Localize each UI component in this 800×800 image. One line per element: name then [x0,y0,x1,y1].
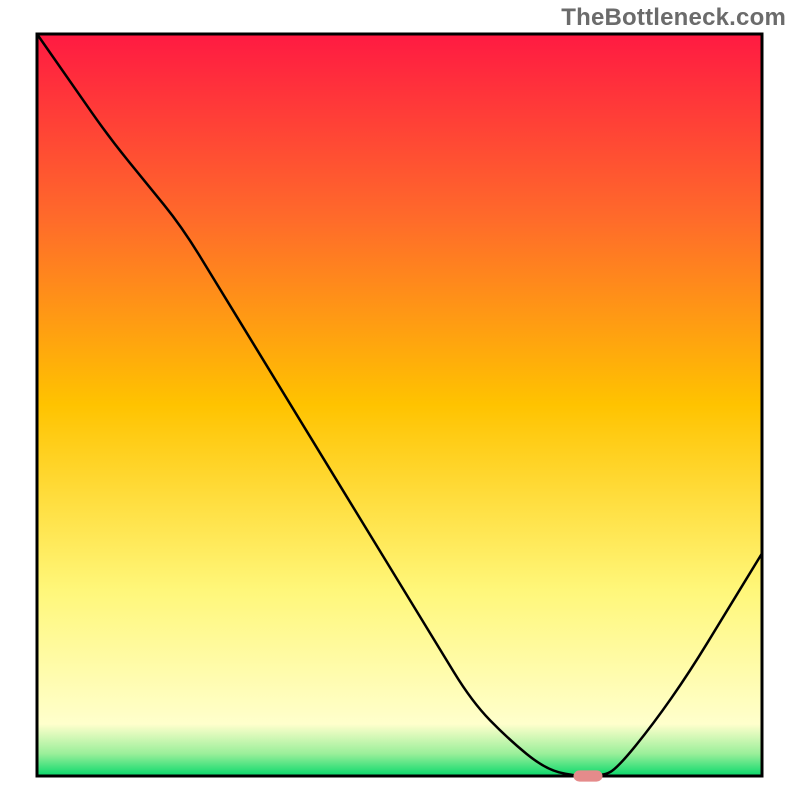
optimal-marker [574,770,603,781]
plot-background [37,34,762,776]
bottleneck-chart: TheBottleneck.com [0,0,800,800]
chart-canvas [0,0,800,800]
watermark-label: TheBottleneck.com [561,4,786,32]
